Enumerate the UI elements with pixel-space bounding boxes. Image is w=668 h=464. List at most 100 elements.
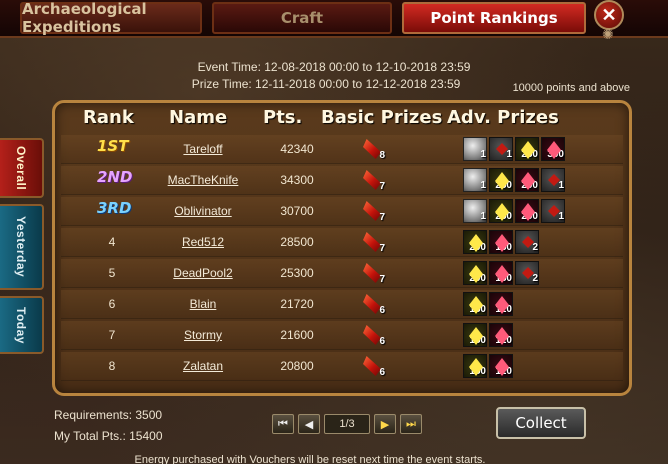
my-total-points: My Total Pts.: 15400	[54, 429, 163, 443]
prize-count: 7	[379, 274, 385, 285]
last-page-button[interactable]: ⏭	[400, 414, 422, 434]
header-name: Name	[169, 107, 228, 128]
basic-prize[interactable]: 7	[361, 168, 389, 192]
gem-pink-icon[interactable]: 120	[489, 354, 513, 378]
tab-archaeological-expeditions[interactable]: Archaeological Expeditions	[20, 0, 202, 36]
gem-silver-icon[interactable]: 1	[463, 137, 487, 161]
table-row: 4 Red512 28500 7 200 150 2	[61, 228, 623, 257]
prize-count: 1	[558, 180, 564, 191]
basic-prize[interactable]: 7	[361, 230, 389, 254]
feather-icon: 6	[361, 354, 385, 378]
prize-count: 180	[469, 366, 486, 377]
table-row: 5 DeadPool2 25300 7 200 150 2	[61, 259, 623, 288]
footer-note: Energy purchased with Vouchers will be r…	[134, 454, 486, 464]
collect-button[interactable]: Collect	[496, 407, 586, 439]
gem-pink-icon[interactable]: 200	[515, 168, 539, 192]
tab-point-rankings[interactable]: Point Rankings	[402, 2, 586, 34]
gem-pink-icon[interactable]: 120	[489, 292, 513, 316]
prize-count: 250	[521, 149, 538, 160]
basic-prize[interactable]: 6	[361, 354, 389, 378]
gem-pink-icon[interactable]: 120	[489, 323, 513, 347]
gem-pink-icon[interactable]: 200	[515, 199, 539, 223]
points-cell: 34300	[280, 173, 314, 187]
tab-craft[interactable]: Craft	[212, 2, 392, 34]
side-tab-yesterday[interactable]: Yesterday	[0, 204, 44, 290]
prize-count: 300	[547, 149, 564, 160]
next-page-button[interactable]: ▶	[374, 414, 396, 434]
gem-pink-icon[interactable]: 300	[541, 137, 565, 161]
table-header: Rank Name Pts. Basic Prizes Adv. Prizes	[55, 103, 629, 131]
basic-prize[interactable]: 7	[361, 199, 389, 223]
gem-pink-icon[interactable]: 150	[489, 230, 513, 254]
gem-yellow-icon[interactable]: 180	[463, 292, 487, 316]
player-name-link[interactable]: DeadPool2	[153, 266, 253, 280]
table-row: 3RD Oblivinator 30700 7 1 250 200 1	[61, 197, 623, 226]
prize-count: 250	[495, 180, 512, 191]
gem-red-icon[interactable]: 2	[515, 230, 539, 254]
gem-red-icon[interactable]: 1	[541, 199, 565, 223]
prize-count: 180	[469, 335, 486, 346]
table-row: 2ND MacTheKnife 34300 7 1 250 200 1	[61, 166, 623, 195]
page-indicator: 1/3	[324, 414, 370, 434]
table-row: 6 Blain 21720 6 180 120	[61, 290, 623, 319]
player-name-link[interactable]: Blain	[153, 297, 253, 311]
gem-red-icon[interactable]: 2	[515, 261, 539, 285]
prev-page-button[interactable]: ◀	[298, 414, 320, 434]
pager: ⏮ ◀ 1/3 ▶ ⏭	[272, 414, 426, 434]
side-tab-today[interactable]: Today	[0, 296, 44, 354]
prize-count: 150	[495, 273, 512, 284]
player-name-link[interactable]: Tareloff	[153, 142, 253, 156]
gem-red-icon[interactable]: 1	[541, 168, 565, 192]
adv-prizes: 1 250 200 1	[463, 199, 623, 223]
basic-prize[interactable]: 6	[361, 292, 389, 316]
side-tab-label: Overall	[14, 145, 28, 191]
points-cell: 20800	[280, 359, 314, 373]
gem-silver-icon[interactable]: 1	[463, 199, 487, 223]
top-tab-bar: Archaeological Expeditions Craft Point R…	[0, 0, 668, 38]
rank-cell: 7	[108, 328, 116, 342]
points-cell: 42340	[280, 142, 314, 156]
prize-count: 150	[495, 242, 512, 253]
basic-prize[interactable]: 7	[361, 261, 389, 285]
side-tab-overall[interactable]: Overall	[0, 138, 44, 198]
points-threshold-note: 10000 points and above	[512, 82, 630, 94]
prize-count: 120	[495, 335, 512, 346]
player-name-link[interactable]: Stormy	[153, 328, 253, 342]
rankings-panel: Rank Name Pts. Basic Prizes Adv. Prizes …	[52, 100, 632, 396]
side-tab-label: Yesterday	[14, 216, 28, 278]
player-name-link[interactable]: MacTheKnife	[153, 173, 253, 187]
gem-yellow-icon[interactable]: 250	[489, 168, 513, 192]
gem-yellow-icon[interactable]: 200	[463, 230, 487, 254]
prize-count: 1	[480, 211, 486, 222]
basic-prize[interactable]: 6	[361, 323, 389, 347]
first-page-button[interactable]: ⏮	[272, 414, 294, 434]
adv-prizes: 180 120	[463, 292, 623, 316]
feather-icon: 6	[361, 323, 385, 347]
gem-red-icon[interactable]: 1	[489, 137, 513, 161]
feather-icon: 7	[361, 199, 385, 223]
player-name-link[interactable]: Zalatan	[153, 359, 253, 373]
gem-yellow-icon[interactable]: 250	[515, 137, 539, 161]
ornament-icon: ✺	[602, 26, 614, 42]
rank-cell: 4	[108, 235, 116, 249]
gem-yellow-icon[interactable]: 180	[463, 354, 487, 378]
gem-silver-icon[interactable]: 1	[463, 168, 487, 192]
prize-count: 200	[521, 180, 538, 191]
rank-cell: 2ND	[97, 168, 133, 186]
basic-prize[interactable]: 8	[361, 137, 389, 161]
adv-prizes: 200 150 2	[463, 261, 623, 285]
gem-yellow-icon[interactable]: 200	[463, 261, 487, 285]
prize-count: 8	[379, 150, 385, 161]
gem-yellow-icon[interactable]: 180	[463, 323, 487, 347]
gem-yellow-icon[interactable]: 250	[489, 199, 513, 223]
gem-pink-icon[interactable]: 150	[489, 261, 513, 285]
prize-count: 200	[469, 273, 486, 284]
points-cell: 30700	[280, 204, 314, 218]
header-adv-prizes: Adv. Prizes	[447, 107, 559, 128]
adv-prizes: 200 150 2	[463, 230, 623, 254]
player-name-link[interactable]: Oblivinator	[153, 204, 253, 218]
header-pts: Pts.	[263, 107, 303, 128]
prize-count: 7	[379, 181, 385, 192]
player-name-link[interactable]: Red512	[153, 235, 253, 249]
prize-count: 120	[495, 304, 512, 315]
